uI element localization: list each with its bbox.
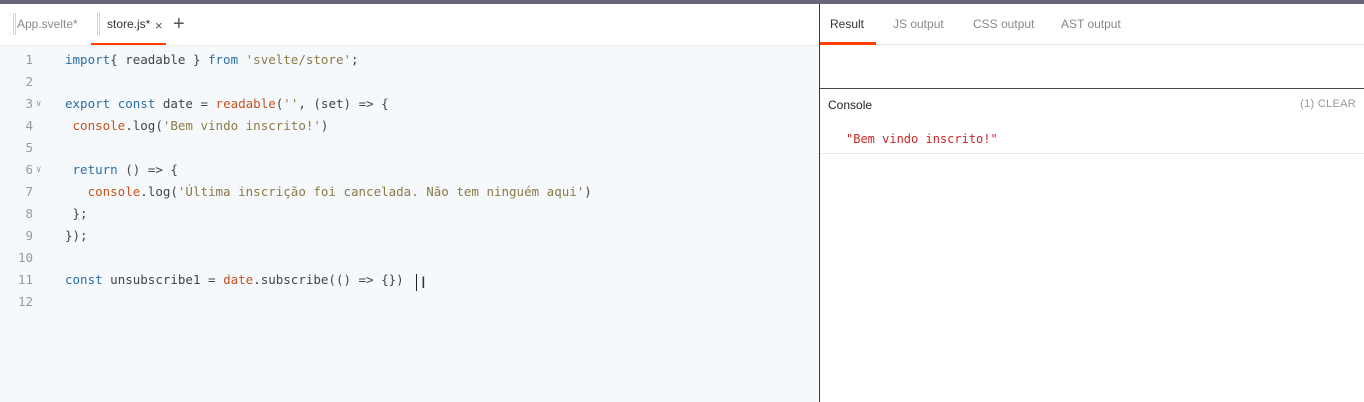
console-clear-button[interactable]: (1) CLEAR (1300, 98, 1356, 110)
tab-ast-output[interactable]: AST output (1061, 4, 1121, 44)
code-line[interactable]: 3 ∨ export const date = readable('', (set)… (0, 93, 819, 115)
code-line[interactable]: 8 }; (0, 203, 819, 225)
code-token: .log( (140, 184, 178, 199)
code-text: return () => { (65, 159, 178, 181)
fold-chevron-icon[interactable]: ∨ (36, 159, 41, 181)
code-token: date = (155, 96, 216, 111)
code-line[interactable]: 9}); (0, 225, 819, 247)
line-number: 8 (25, 206, 33, 221)
output-pane: Result JS output CSS output AST output C… (820, 4, 1364, 402)
text-cursor (416, 274, 417, 291)
line-number: 3 (25, 96, 33, 111)
code-token: readable (215, 96, 276, 111)
result-preview[interactable] (820, 45, 1364, 88)
code-token: .subscribe(() => {}) (253, 272, 404, 287)
tab-result[interactable]: Result (830, 4, 864, 44)
code-line[interactable]: 11 const unsubscribe1 = date.subscribe(()… (0, 269, 819, 291)
code-text: console.log('Última inscrição foi cancel… (65, 181, 592, 203)
i-beam-cursor-icon: I (421, 273, 426, 292)
code-text: const unsubscribe1 = date.subscribe(() =… (65, 269, 404, 291)
fold-chevron-icon[interactable]: ∨ (36, 93, 41, 115)
code-token: ) (320, 118, 329, 133)
code-token: console (72, 118, 126, 133)
code-line[interactable]: 7 console.log('Última inscrição foi canc… (0, 181, 819, 203)
console-message-text: "Bem vindo inscrito!" (846, 132, 998, 146)
tab-js-output[interactable]: JS output (893, 4, 944, 44)
code-token: '' (283, 96, 299, 111)
tab-app-svelte[interactable]: App.svelte* (13, 4, 91, 45)
code-text: console.log('Bem vindo inscrito!') (65, 115, 329, 137)
line-number: 6 (25, 162, 33, 177)
tab-label: store.js* (107, 17, 151, 31)
code-token: import (65, 52, 111, 67)
code-token: }); (65, 228, 88, 243)
code-token: 'svelte/store' (245, 52, 351, 67)
line-number: 4 (25, 118, 33, 133)
code-line[interactable]: 6 ∨ return () => { (0, 159, 819, 181)
tab-css-output[interactable]: CSS output (973, 4, 1034, 44)
code-text: import{ readable } from 'svelte/store'; (65, 49, 359, 71)
add-tab-button[interactable]: + (173, 4, 185, 45)
code-token: console (87, 184, 141, 199)
output-tab-bar: Result JS output CSS output AST output (820, 4, 1364, 45)
code-token: 'Bem vindo inscrito!' (162, 118, 321, 133)
line-number: 1 (25, 52, 33, 67)
code-token: from (208, 52, 239, 67)
code-line[interactable]: 2 (0, 71, 819, 93)
code-line[interactable]: 1 import{ readable } from 'svelte/store'; (0, 49, 819, 71)
editor-pane: App.svelte* store.js* × + 1 import{ reada… (0, 4, 819, 402)
line-number: 12 (17, 294, 33, 309)
code-text: export const date = readable('', (set) =… (65, 93, 389, 115)
tab-store-js[interactable]: store.js* × (91, 4, 166, 45)
code-token: () => { (117, 162, 178, 177)
line-number: 7 (25, 184, 33, 199)
code-text: }; (65, 203, 88, 225)
code-text: }); (65, 225, 88, 247)
code-token: unsubscribe1 = (102, 272, 224, 287)
console-message: "Bem vindo inscrito!" (820, 130, 1364, 154)
drag-handle-icon[interactable] (97, 13, 100, 35)
code-token: ) (584, 184, 592, 199)
code-token: date (223, 272, 254, 287)
code-line[interactable]: 5 (0, 137, 819, 159)
code-line[interactable]: 12 (0, 291, 819, 313)
code-token: ; (351, 52, 359, 67)
tab-label: App.svelte* (17, 17, 78, 31)
code-line[interactable]: 4 console.log('Bem vindo inscrito!') (0, 115, 819, 137)
console-divider[interactable] (820, 88, 1364, 89)
line-number: 5 (25, 140, 33, 155)
line-number: 10 (17, 250, 33, 265)
line-number: 11 (17, 272, 33, 287)
code-token: const (65, 272, 103, 287)
code-token: .log( (125, 118, 163, 133)
code-token: { readable } (110, 52, 208, 67)
code-token: 'Última inscrição foi cancelada. Não tem… (177, 184, 585, 199)
code-line[interactable]: 10 (0, 247, 819, 269)
editor-tab-bar: App.svelte* store.js* × + (0, 4, 819, 46)
code-token: export (65, 96, 111, 111)
code-token: , (set) => { (298, 96, 389, 111)
close-icon[interactable]: × (155, 4, 163, 47)
code-token: }; (65, 206, 88, 221)
console-title: Console (828, 98, 873, 112)
code-token: return (72, 162, 118, 177)
drag-handle-icon[interactable] (13, 13, 16, 35)
line-number: 9 (25, 228, 33, 243)
code-token: const (117, 96, 156, 111)
line-number: 2 (25, 74, 33, 89)
